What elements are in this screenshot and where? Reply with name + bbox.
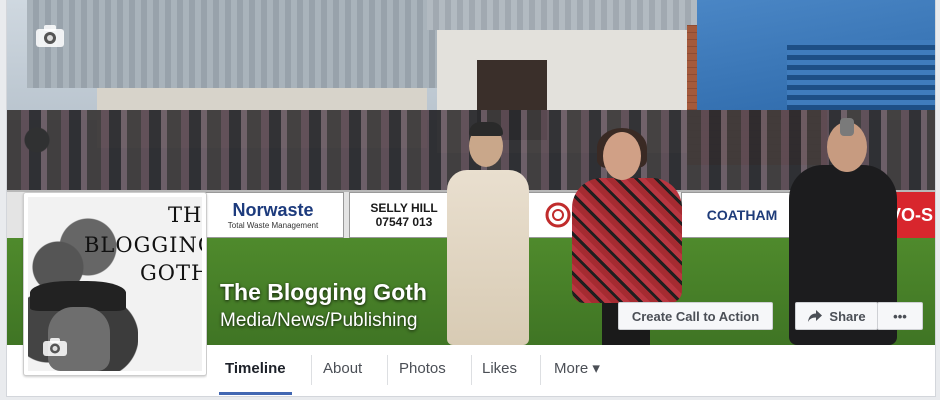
page-category[interactable]: Media/News/Publishing bbox=[220, 310, 418, 332]
share-button-label: Share bbox=[829, 308, 866, 324]
tab-divider bbox=[387, 355, 388, 385]
ad-selly-phone: 07547 013 bbox=[375, 215, 433, 229]
person-white-suit-hair bbox=[469, 122, 503, 136]
club-roof bbox=[427, 0, 697, 30]
stadium-roof bbox=[27, 0, 447, 88]
profile-picture[interactable]: THE BLOGGING GOTH bbox=[23, 192, 207, 376]
create-call-to-action-button[interactable]: Create Call to Action bbox=[618, 302, 773, 330]
ad-norwaste-title: Norwaste bbox=[232, 200, 314, 220]
swirl-logo-icon bbox=[545, 202, 570, 228]
tab-likes[interactable]: Likes bbox=[482, 345, 517, 393]
page-title[interactable]: The Blogging Goth bbox=[220, 279, 427, 306]
ad-board-selly: SELLY HILL 07547 013 bbox=[349, 192, 459, 238]
tab-divider bbox=[311, 355, 312, 385]
ad-coatham-title: COATHAM bbox=[706, 207, 778, 223]
profile-picture-image: THE BLOGGING GOTH bbox=[28, 197, 202, 371]
ad-selly-title: SELLY HILL bbox=[370, 201, 438, 215]
more-options-button[interactable]: ••• bbox=[877, 302, 923, 330]
tab-photos[interactable]: Photos bbox=[399, 345, 446, 393]
ad-norwaste-sub: Total Waste Management bbox=[227, 221, 319, 230]
share-button[interactable]: Share bbox=[795, 302, 878, 330]
person-white-suit bbox=[447, 170, 529, 345]
person-red-coat-head bbox=[603, 132, 641, 180]
tab-about[interactable]: About bbox=[323, 345, 362, 393]
tab-timeline[interactable]: Timeline bbox=[219, 345, 292, 395]
camera-icon[interactable] bbox=[42, 337, 68, 357]
profile-text-line-2: BLOGGING bbox=[84, 233, 202, 257]
page-tabs: Timeline About Photos Likes More ▾ bbox=[207, 345, 935, 395]
profile-text-line-3: GOTH bbox=[140, 261, 202, 285]
ad-board-norwaste: Norwaste Total Waste Management bbox=[202, 192, 344, 238]
share-arrow-icon bbox=[808, 310, 823, 322]
stand-seats bbox=[787, 40, 935, 110]
person-red-coat bbox=[572, 178, 682, 303]
tab-more[interactable]: More ▾ bbox=[554, 345, 600, 393]
person-photographer-mohawk bbox=[840, 118, 854, 136]
tab-divider bbox=[471, 355, 472, 385]
profile-text-line-1: THE bbox=[168, 203, 202, 227]
page-header: Norwaste Total Waste Management SELLY HI… bbox=[6, 0, 936, 397]
tab-divider bbox=[540, 355, 541, 385]
ad-board-coatham: COATHAM bbox=[681, 192, 803, 238]
camera-icon[interactable] bbox=[35, 24, 65, 48]
